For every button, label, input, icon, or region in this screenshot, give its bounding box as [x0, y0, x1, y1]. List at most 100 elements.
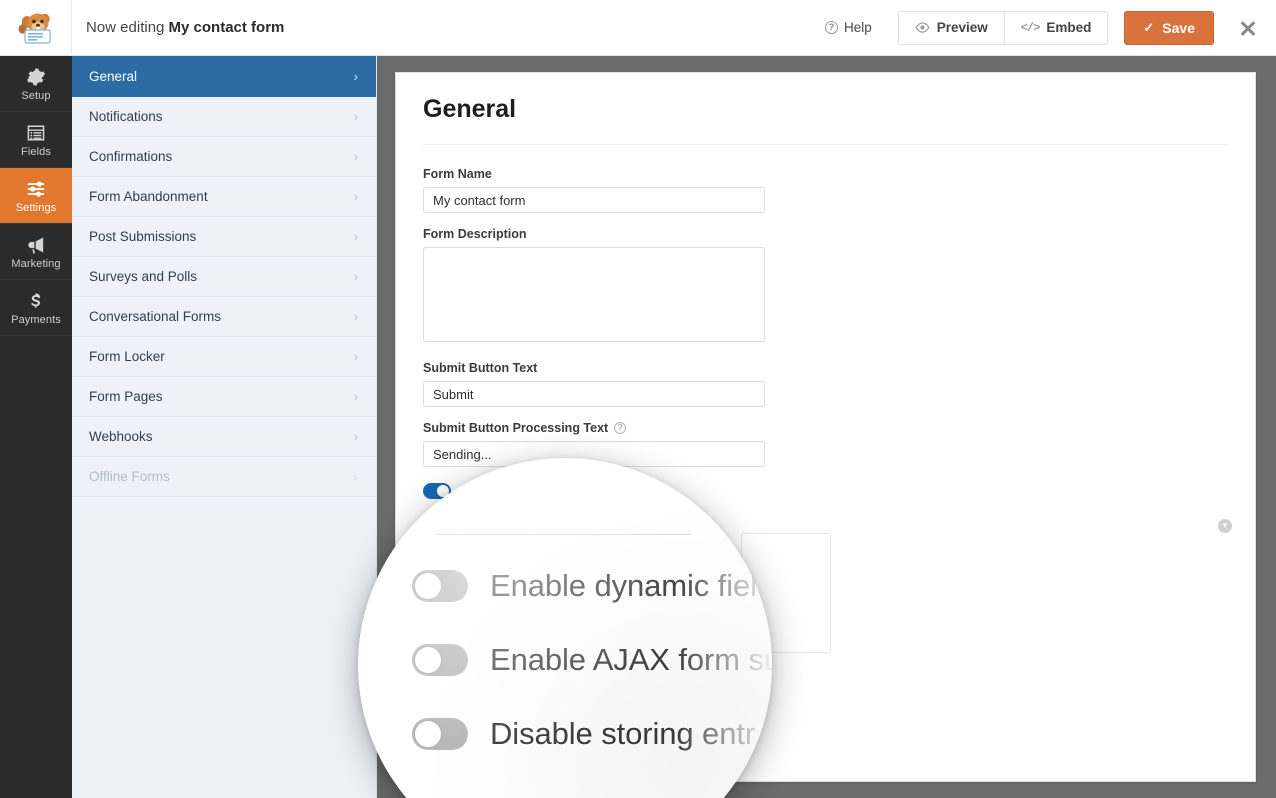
app-logo — [0, 0, 72, 56]
settings-nav-label: Surveys and Polls — [89, 269, 198, 284]
help-button[interactable]: ? Help — [813, 12, 884, 44]
rail-item-payments[interactable]: Payments — [0, 280, 72, 336]
chevron-right-icon: › — [353, 389, 358, 404]
question-circle-icon[interactable]: ? — [614, 422, 627, 434]
settings-nav-label: Webhooks — [89, 429, 153, 444]
settings-nav-label: Form Abandonment — [89, 189, 208, 204]
megaphone-icon — [27, 237, 43, 254]
check-icon: ✓ — [1143, 19, 1155, 35]
chevron-right-icon: › — [353, 269, 358, 284]
dynamic-field-toggle[interactable] — [412, 570, 468, 602]
settings-nav-label: Form Pages — [89, 389, 163, 404]
toggle-knob — [415, 647, 441, 673]
code-brackets-icon: </> — [1020, 20, 1041, 35]
submit-text-label: Submit Button Text — [423, 361, 538, 375]
rail-item-marketing[interactable]: Marketing — [0, 224, 72, 280]
settings-nav-label: Conversational Forms — [89, 309, 222, 324]
settings-nav-label: General — [89, 68, 138, 84]
save-label: Save — [1162, 19, 1195, 36]
settings-nav-item-notifications[interactable]: Notifications › — [72, 97, 376, 137]
settings-nav-label: Confirmations — [89, 149, 173, 164]
settings-nav-item-surveys-and-polls[interactable]: Surveys and Polls › — [72, 257, 376, 297]
wpforms-beaver-logo-icon — [18, 13, 51, 44]
preview-label: Preview — [936, 20, 988, 35]
page-title: General — [423, 95, 517, 123]
dynamic-field-toggle-label: Enable dynamic field — [490, 568, 772, 603]
magnified-toggle-row-dynamic-fields: Enable dynamic field — [412, 568, 772, 604]
rail-label-payments: Payments — [11, 314, 61, 326]
eye-icon — [915, 22, 930, 33]
settings-nav-item-post-submissions[interactable]: Post Submissions › — [72, 217, 376, 257]
rail-label-fields: Fields — [21, 146, 51, 158]
form-name-label: Form Name — [423, 167, 492, 181]
ajax-form-submission-toggle-label: Enable AJAX form su — [490, 642, 772, 677]
settings-nav-item-form-locker[interactable]: Form Locker › — [72, 337, 376, 377]
general-settings-form: Form Name Form Description Submit Button… — [396, 145, 1255, 499]
settings-nav-label: Form Locker — [89, 349, 165, 364]
form-name-input[interactable] — [423, 187, 765, 213]
save-button[interactable]: ✓ Save — [1124, 10, 1214, 45]
settings-nav-item-form-pages[interactable]: Form Pages › — [72, 377, 376, 417]
top-toolbar: Now editing My contact form ? Help Previ… — [0, 0, 1276, 56]
chevron-right-icon: › — [353, 309, 358, 324]
toolbar-actions: ? Help Preview </> Embed ✓ Save — [813, 0, 1276, 56]
settings-nav-item-general[interactable]: General › — [72, 56, 376, 97]
rail-item-fields[interactable]: Fields — [0, 112, 72, 168]
chevron-right-icon: › — [353, 109, 358, 124]
close-builder-button[interactable] — [1220, 0, 1276, 56]
chevron-down-circle-icon[interactable]: ▼ — [1218, 519, 1232, 533]
form-description-textarea[interactable] — [423, 247, 765, 342]
rail-label-settings: Settings — [15, 202, 57, 214]
field-submit-button-text: Submit Button Text — [423, 361, 1228, 407]
form-title: My contact form — [168, 19, 285, 36]
toggle-knob — [415, 721, 441, 747]
embed-label: Embed — [1046, 20, 1092, 35]
form-builder-screen: Now editing My contact form ? Help Previ… — [0, 0, 1276, 798]
processing-text-label: Submit Button Processing Text ? — [423, 421, 1228, 435]
chevron-right-icon: › — [353, 229, 358, 244]
settings-nav-item-offline-forms[interactable]: Offline Forms › — [72, 457, 376, 497]
rail-item-settings[interactable]: Settings — [0, 168, 72, 224]
magnified-toggle-row-disable-storing: Disable storing entr — [412, 716, 755, 752]
processing-text-label-text: Submit Button Processing Text — [423, 421, 609, 435]
rail-label-setup: Setup — [21, 90, 51, 102]
submit-button-text-input[interactable] — [423, 381, 765, 407]
ajax-form-submission-toggle[interactable] — [412, 644, 468, 676]
chevron-right-icon: › — [353, 349, 358, 364]
dollar-icon — [31, 293, 41, 308]
chevron-right-icon: › — [353, 189, 358, 204]
settings-nav-item-form-abandonment[interactable]: Form Abandonment › — [72, 177, 376, 217]
form-description-label: Form Description — [423, 227, 527, 241]
settings-nav-label: Post Submissions — [89, 229, 197, 244]
rail-label-marketing: Marketing — [11, 258, 61, 270]
chevron-right-icon: › — [353, 68, 358, 84]
embed-button[interactable]: </> Embed — [1004, 10, 1109, 45]
settings-nav-label: Notifications — [89, 109, 163, 124]
magnified-divider — [436, 534, 691, 535]
settings-nav-item-conversational-forms[interactable]: Conversational Forms › — [72, 297, 376, 337]
editing-title: Now editing My contact form — [86, 19, 284, 36]
preview-button[interactable]: Preview — [897, 10, 1005, 45]
chevron-right-icon: › — [353, 149, 358, 164]
magnifier-overlay: Enable dynamic field Enable AJAX form su… — [358, 458, 772, 798]
builder-icon-rail: Setup Fields Settings Marketing Payments — [0, 56, 72, 798]
settings-nav-item-confirmations[interactable]: Confirmations › — [72, 137, 376, 177]
chevron-right-icon: › — [353, 429, 358, 444]
editing-prefix: Now editing — [86, 19, 169, 36]
field-form-name: Form Name — [423, 167, 1228, 213]
disable-storing-entries-toggle[interactable] — [412, 718, 468, 750]
magnifier-content: Enable dynamic field Enable AJAX form su… — [358, 458, 772, 798]
question-circle-icon: ? — [824, 21, 838, 34]
settings-nav-item-webhooks[interactable]: Webhooks › — [72, 417, 376, 457]
sliders-icon — [27, 181, 45, 197]
field-form-description: Form Description — [423, 227, 1228, 347]
settings-nav-list: General › Notifications › Confirmations … — [72, 56, 377, 798]
rail-item-setup[interactable]: Setup — [0, 56, 72, 112]
magnified-toggle-row-ajax-submit: Enable AJAX form su — [412, 642, 772, 678]
list-panel-icon — [27, 125, 45, 141]
close-x-icon — [1239, 19, 1257, 37]
gear-icon — [26, 68, 46, 86]
settings-nav-label: Offline Forms — [89, 469, 170, 484]
disable-storing-entries-toggle-label: Disable storing entr — [490, 716, 756, 751]
help-label: Help — [843, 20, 872, 35]
